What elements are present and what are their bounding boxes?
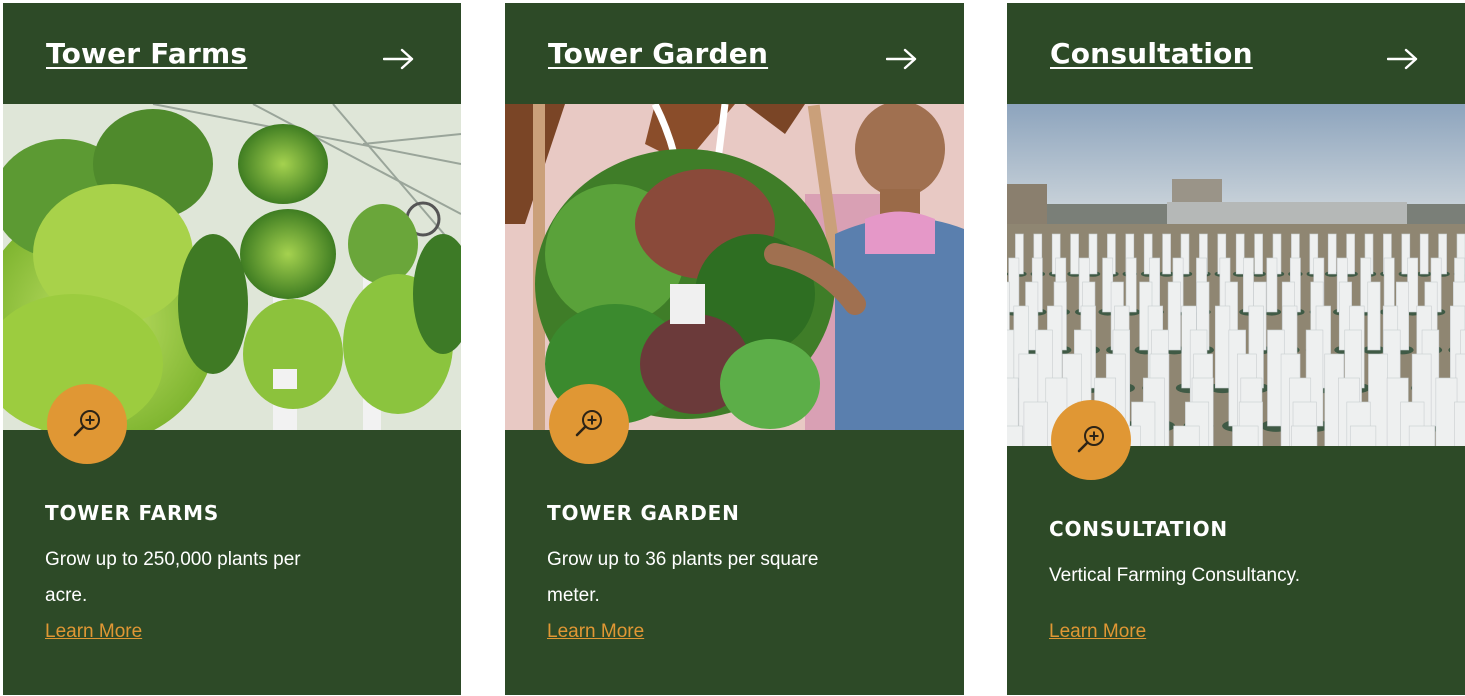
zoom-button[interactable] (549, 384, 629, 464)
learn-more-link[interactable]: Learn More (45, 621, 142, 643)
card-consultation: Consultation CONSULTATION Vertical Farmi… (1007, 3, 1465, 695)
card-image-tower-garden (505, 104, 964, 430)
zoom-in-icon (575, 410, 602, 437)
zoom-in-icon (1077, 426, 1104, 453)
arrow-right-icon[interactable] (886, 47, 918, 71)
card-description: Vertical Farming Consultancy. (1049, 565, 1300, 586)
card-image-consultation (1007, 104, 1465, 446)
card-heading: CONSULTATION (1049, 517, 1228, 541)
card-image-tower-farms (3, 104, 461, 430)
zoom-button[interactable] (47, 384, 127, 464)
card-title-link[interactable]: Tower Garden (548, 37, 768, 70)
arrow-right-icon[interactable] (383, 47, 415, 71)
card-title-link[interactable]: Tower Farms (46, 37, 247, 70)
card-tower-farms: Tower Farms TOWER FARMS Grow up to 250,0… (3, 3, 461, 695)
zoom-in-icon (73, 410, 100, 437)
learn-more-link[interactable]: Learn More (547, 621, 644, 643)
card-description: Grow up to 36 plants per square meter. (547, 549, 819, 606)
card-header: Tower Farms (3, 3, 461, 104)
arrow-right-icon[interactable] (1387, 47, 1419, 71)
zoom-button[interactable] (1051, 400, 1131, 480)
card-heading: TOWER GARDEN (547, 501, 740, 525)
card-header: Consultation (1007, 3, 1465, 104)
card-title-link[interactable]: Consultation (1050, 37, 1253, 70)
card-tower-garden: Tower Garden TOWER GARDEN Grow up to 36 … (505, 3, 964, 695)
card-header: Tower Garden (505, 3, 964, 104)
card-heading: TOWER FARMS (45, 501, 220, 525)
learn-more-link[interactable]: Learn More (1049, 621, 1146, 643)
card-description: Grow up to 250,000 plants per acre. (45, 549, 301, 606)
